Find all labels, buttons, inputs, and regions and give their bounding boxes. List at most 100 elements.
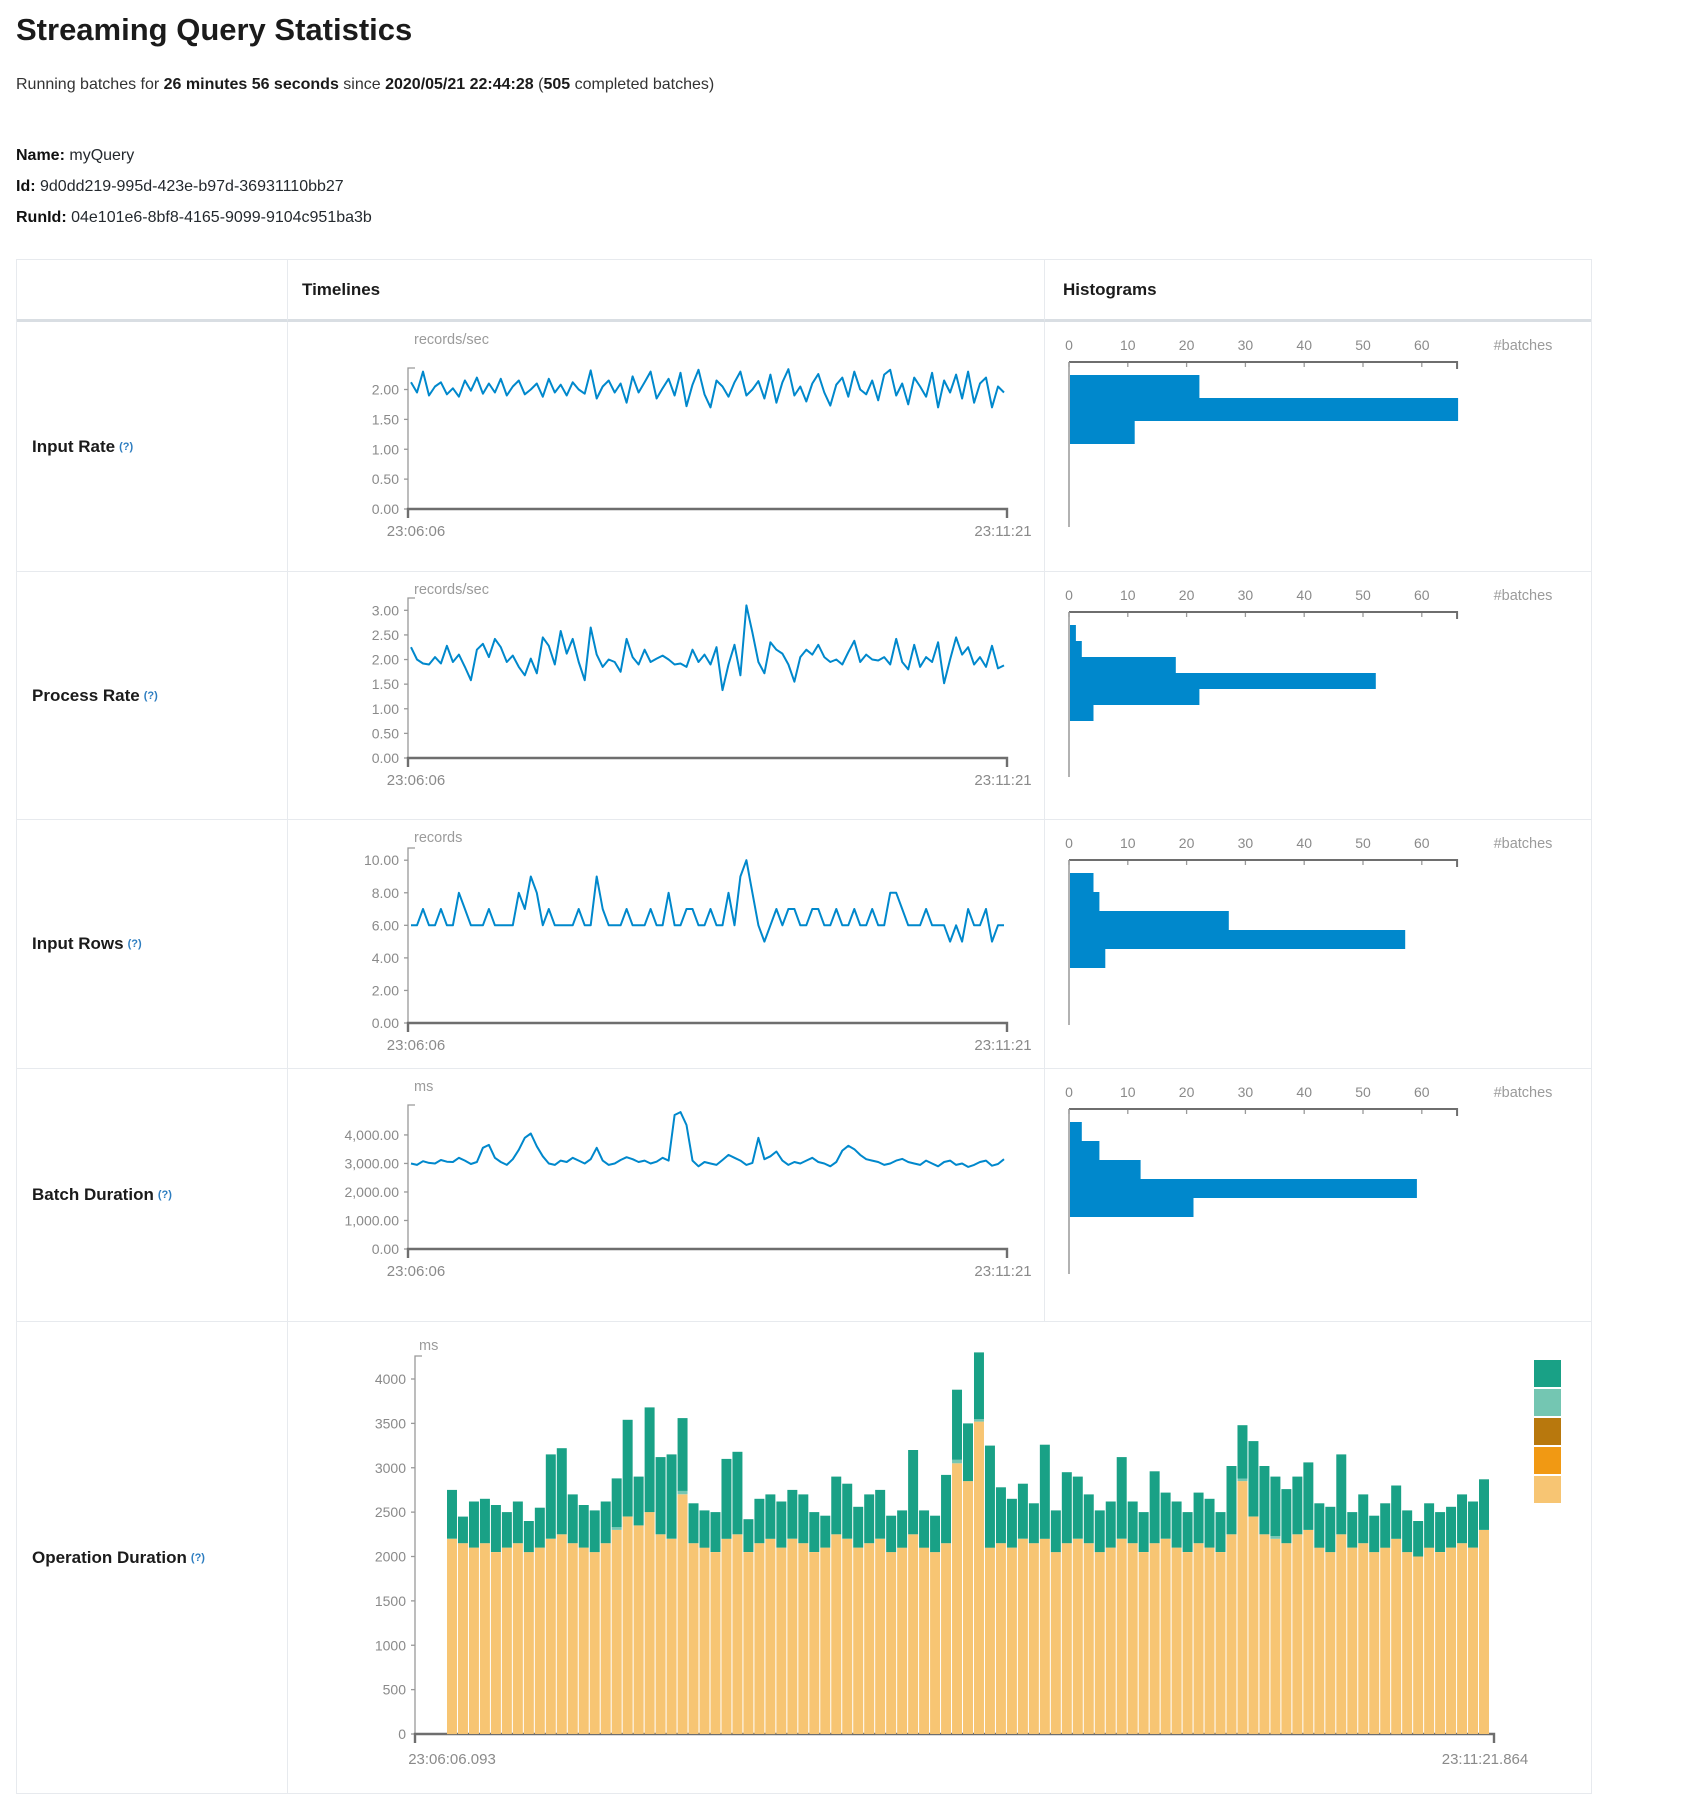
batch-duration-histogram-cell: 0102030405060#batches [1045, 1069, 1591, 1322]
process-rate-timeline-cell: records/sec3.002.502.001.501.000.500.002… [288, 572, 1045, 820]
operation-duration-help-icon[interactable]: (?) [191, 1552, 205, 1564]
operation-duration-legend [1534, 1360, 1561, 1505]
svg-text:4000: 4000 [375, 1371, 406, 1387]
svg-text:3000: 3000 [375, 1460, 406, 1476]
query-runid-value: 04e101e6-8bf8-4165-9099-9104c951ba3b [71, 209, 372, 226]
svg-text:1,000.00: 1,000.00 [345, 1212, 400, 1228]
query-runid-label: RunId: [16, 209, 67, 226]
process-rate-timeline-chart: records/sec3.002.502.001.501.000.500.002… [288, 572, 1044, 818]
input-rate-label: Input Rate [32, 437, 115, 457]
svg-text:20: 20 [1179, 835, 1195, 851]
row-label-input-rate: Input Rate (?) [17, 322, 288, 572]
svg-text:records: records [414, 830, 462, 846]
svg-text:3500: 3500 [375, 1415, 406, 1431]
svg-text:500: 500 [383, 1682, 407, 1698]
summary-completed-count: 505 [543, 76, 570, 93]
running-batches-summary: Running batches for 26 minutes 56 second… [16, 76, 714, 94]
svg-text:1.00: 1.00 [372, 701, 399, 717]
svg-text:10: 10 [1120, 1084, 1136, 1100]
svg-text:#batches: #batches [1494, 338, 1553, 354]
svg-text:23:11:21: 23:11:21 [974, 772, 1031, 789]
svg-text:60: 60 [1414, 587, 1430, 603]
input-rows-histogram-chart: 0 10 20 30 40 50 60 #batches [1045, 820, 1590, 1067]
process-rate-help-icon[interactable]: (?) [144, 690, 158, 702]
input-rows-timeline-chart: records 10.00 8.00 6.00 4.00 2.00 0.00 23:06:06… [288, 820, 1044, 1067]
svg-text:0.00: 0.00 [372, 1241, 399, 1257]
summary-duration: 26 minutes 56 seconds [164, 76, 339, 93]
input-rate-timeline-chart: records/sec2.001.501.000.500.0023:06:062… [288, 322, 1044, 570]
svg-text:60: 60 [1414, 337, 1430, 353]
svg-text:0: 0 [1065, 587, 1073, 603]
svg-text:4,000.00: 4,000.00 [345, 1127, 400, 1143]
svg-text:0.50: 0.50 [372, 471, 399, 487]
input-rate-timeline-cell: records/sec2.001.501.000.500.0023:06:062… [288, 322, 1045, 572]
legend-swatch [1534, 1447, 1561, 1474]
svg-text:10: 10 [1120, 835, 1136, 851]
batch-duration-timeline-chart: ms4,000.003,000.002,000.001,000.000.0023… [288, 1069, 1044, 1320]
svg-text:23:06:06.093: 23:06:06.093 [408, 1751, 496, 1768]
svg-text:30: 30 [1238, 1084, 1254, 1100]
svg-text:ms: ms [414, 1079, 433, 1095]
svg-text:3.00: 3.00 [372, 602, 399, 618]
page-title: Streaming Query Statistics [16, 12, 412, 48]
operation-duration-stacked-chart: ms4000350030002500200015001000500023:06:… [288, 1322, 1589, 1791]
svg-text:20: 20 [1179, 1084, 1195, 1100]
input-rate-help-icon[interactable]: (?) [119, 441, 133, 453]
svg-text:40: 40 [1296, 587, 1312, 603]
svg-text:0: 0 [1065, 835, 1073, 851]
svg-text:60: 60 [1414, 835, 1430, 851]
svg-text:2.00: 2.00 [372, 982, 399, 998]
summary-middle: since [339, 76, 385, 93]
svg-text:0: 0 [1065, 337, 1073, 353]
svg-text:0.00: 0.00 [372, 1015, 399, 1031]
svg-text:1.00: 1.00 [372, 441, 399, 457]
header-timelines: Timelines [288, 260, 1045, 322]
svg-text:50: 50 [1355, 1084, 1371, 1100]
svg-text:8.00: 8.00 [372, 885, 399, 901]
process-rate-histogram-chart: 0102030405060#batches [1045, 572, 1590, 818]
operation-duration-chart-cell: ms4000350030002500200015001000500023:06:… [288, 1322, 1591, 1793]
query-name-label: Name: [16, 147, 65, 164]
svg-text:30: 30 [1238, 835, 1254, 851]
svg-text:23:06:06: 23:06:06 [387, 1037, 445, 1054]
input-rows-label: Input Rows [32, 934, 124, 954]
svg-text:2.50: 2.50 [372, 627, 399, 643]
svg-text:1.50: 1.50 [372, 411, 399, 427]
svg-text:23:11:21: 23:11:21 [974, 1037, 1031, 1054]
batch-duration-label: Batch Duration [32, 1185, 154, 1205]
svg-text:2.00: 2.00 [372, 652, 399, 668]
header-empty-cell [17, 260, 288, 322]
svg-text:2.00: 2.00 [372, 382, 399, 398]
svg-text:40: 40 [1296, 835, 1312, 851]
batch-duration-timeline-cell: ms4,000.003,000.002,000.001,000.000.0023… [288, 1069, 1045, 1322]
svg-text:1.50: 1.50 [372, 676, 399, 692]
batch-duration-histogram-chart: 0102030405060#batches [1045, 1069, 1590, 1320]
operation-duration-label: Operation Duration [32, 1548, 187, 1568]
svg-text:#batches: #batches [1494, 836, 1553, 852]
svg-text:50: 50 [1355, 835, 1371, 851]
svg-text:0: 0 [398, 1726, 406, 1742]
svg-text:6.00: 6.00 [372, 917, 399, 933]
svg-text:23:06:06: 23:06:06 [387, 523, 445, 540]
svg-text:2,000.00: 2,000.00 [345, 1184, 400, 1200]
svg-text:20: 20 [1179, 337, 1195, 353]
batch-duration-help-icon[interactable]: (?) [158, 1189, 172, 1201]
svg-text:23:06:06: 23:06:06 [387, 772, 445, 789]
input-rows-help-icon[interactable]: (?) [128, 938, 142, 950]
statistics-table: Timelines Histograms Input Rate (?) reco… [16, 259, 1592, 1794]
svg-text:10: 10 [1120, 587, 1136, 603]
svg-text:30: 30 [1238, 587, 1254, 603]
summary-paren: ( [534, 76, 544, 93]
svg-text:40: 40 [1296, 1084, 1312, 1100]
svg-text:10.00: 10.00 [364, 852, 399, 868]
svg-text:4.00: 4.00 [372, 950, 399, 966]
input-rows-timeline-cell: records 10.00 8.00 6.00 4.00 2.00 0.00 23:06:06… [288, 820, 1045, 1069]
legend-swatch [1534, 1360, 1561, 1387]
svg-text:10: 10 [1120, 337, 1136, 353]
svg-text:1500: 1500 [375, 1593, 406, 1609]
svg-text:20: 20 [1179, 587, 1195, 603]
svg-text:records/sec: records/sec [414, 332, 489, 348]
svg-text:2000: 2000 [375, 1549, 406, 1565]
summary-suffix: completed batches) [570, 76, 714, 93]
svg-text:40: 40 [1296, 337, 1312, 353]
